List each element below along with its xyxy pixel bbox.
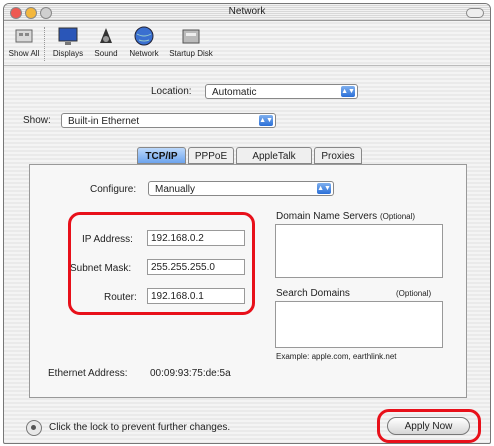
lock-text: Click the lock to prevent further change…	[49, 422, 231, 433]
tab-tcpip[interactable]: TCP/IP	[137, 147, 186, 164]
close-icon[interactable]	[10, 7, 22, 19]
toolbar-startup-disk[interactable]: Startup Disk	[166, 25, 216, 58]
popup-arrows-icon: ▲▼	[341, 86, 355, 97]
configure-value: Manually	[155, 184, 196, 195]
toolbar-label: Network	[129, 49, 159, 58]
toolbar-displays[interactable]: Displays	[50, 25, 86, 58]
dns-label: Domain Name Servers (Optional)	[276, 211, 415, 222]
location-popup[interactable]: Automatic ▲▼	[205, 84, 358, 99]
toolbar-toggle-icon[interactable]	[466, 8, 484, 18]
location-value: Automatic	[212, 87, 257, 98]
lock-icon[interactable]	[26, 420, 42, 436]
dns-optional-label: (Optional)	[379, 212, 416, 221]
toolbar: Show All Displays Sound Network Startup …	[4, 21, 490, 66]
ethernet-address-value: 00:09:93:75:de:5a	[150, 368, 231, 379]
tab-pppoe[interactable]: PPPoE	[188, 147, 234, 164]
search-domains-field[interactable]	[275, 301, 443, 348]
toolbar-label: Displays	[52, 49, 84, 58]
title-bar: Network	[4, 4, 490, 21]
toolbar-show-all[interactable]: Show All	[8, 25, 40, 58]
show-popup[interactable]: Built-in Ethernet ▲▼	[61, 113, 276, 128]
popup-arrows-icon: ▲▼	[259, 115, 273, 126]
dns-servers-field[interactable]	[275, 224, 443, 278]
displays-icon	[58, 27, 78, 45]
search-domains-label: Search Domains	[276, 288, 350, 299]
show-value: Built-in Ethernet	[68, 116, 140, 127]
search-optional-label: (Optional)	[396, 289, 432, 298]
popup-arrows-icon: ▲▼	[317, 183, 331, 194]
tab-proxies[interactable]: Proxies	[314, 147, 362, 164]
ethernet-address-label: Ethernet Address:	[48, 368, 128, 379]
show-label: Show:	[23, 115, 51, 126]
location-label: Location:	[151, 86, 192, 97]
toolbar-label: Sound	[94, 49, 118, 58]
configure-label: Configure:	[90, 184, 137, 195]
toolbar-network[interactable]: Network	[124, 25, 164, 58]
dns-label-text: Domain Name Servers	[276, 211, 378, 222]
toolbar-label: Startup Disk	[169, 49, 213, 58]
toolbar-separator	[44, 27, 45, 61]
network-preferences-window: Network Show All Displays Sound Network …	[3, 3, 491, 444]
toolbar-label: Show All	[8, 49, 40, 58]
zoom-icon[interactable]	[40, 7, 52, 19]
toolbar-sound[interactable]: Sound	[90, 25, 122, 58]
apply-button-highlight	[377, 409, 481, 443]
startup-disk-icon	[182, 29, 200, 44]
tab-appletalk[interactable]: AppleTalk	[236, 147, 312, 164]
show-all-icon	[15, 29, 33, 43]
network-icon	[134, 26, 154, 46]
window-title: Network	[228, 6, 266, 17]
example-text: Example: apple.com, earthlink.net	[276, 352, 397, 361]
sound-icon	[100, 28, 112, 43]
minimize-icon[interactable]	[25, 7, 37, 19]
ip-settings-highlight	[68, 212, 255, 315]
configure-popup[interactable]: Manually ▲▼	[148, 181, 334, 196]
